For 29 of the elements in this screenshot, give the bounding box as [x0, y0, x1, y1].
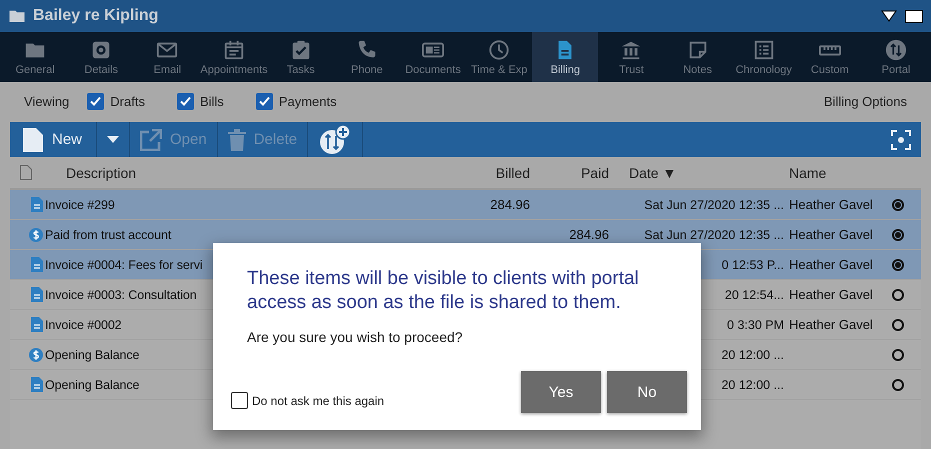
table-cell: Invoice #0004: Fees for servi [45, 258, 203, 272]
viewing-label: Viewing [24, 94, 70, 108]
checkbox-label: Do not ask me this again [252, 394, 384, 408]
filter-label: Bills [200, 94, 224, 108]
table-cell: Invoice #0002 [45, 318, 122, 332]
table-cell: Opening Balance [45, 348, 140, 362]
table-cell: Heather Gavel [789, 257, 873, 272]
table-cell: 0 12:53 P... [722, 258, 784, 272]
table-cell: 284.96 [490, 197, 530, 212]
table-cell: Sat Jun 27/2020 12:35 ... [644, 198, 784, 212]
filter-label: Payments [278, 94, 337, 108]
table-cell: Sat Jun 27/2020 12:35 ... [644, 228, 784, 242]
table-cell: Heather Gavel [789, 287, 873, 302]
window-title: Bailey re Kipling [33, 7, 160, 25]
table-cell: 20 12:00 ... [721, 348, 784, 362]
table-cell: Heather Gavel [789, 197, 873, 212]
table-cell: Opening Balance [45, 378, 140, 392]
table-cell: 0 3:30 PM [727, 318, 784, 332]
table-cell: 20 12:00 ... [721, 378, 784, 392]
dialog-message: Are you sure you wish to proceed? [247, 329, 464, 345]
table-cell: 20 12:54... [724, 288, 784, 302]
filter-label: Drafts [110, 94, 145, 108]
table-cell: Heather Gavel [789, 317, 873, 332]
table-cell: Heather Gavel [789, 227, 873, 242]
table-cell: Invoice #0003: Consultation [45, 288, 197, 302]
dialog-title: These items will be visible to clients with portal access as soon as the file is shared to them. [247, 267, 640, 315]
table-cell: 284.96 [569, 227, 609, 242]
table-cell: Paid from trust account [45, 228, 172, 242]
table-cell: Invoice #299 [45, 198, 115, 212]
